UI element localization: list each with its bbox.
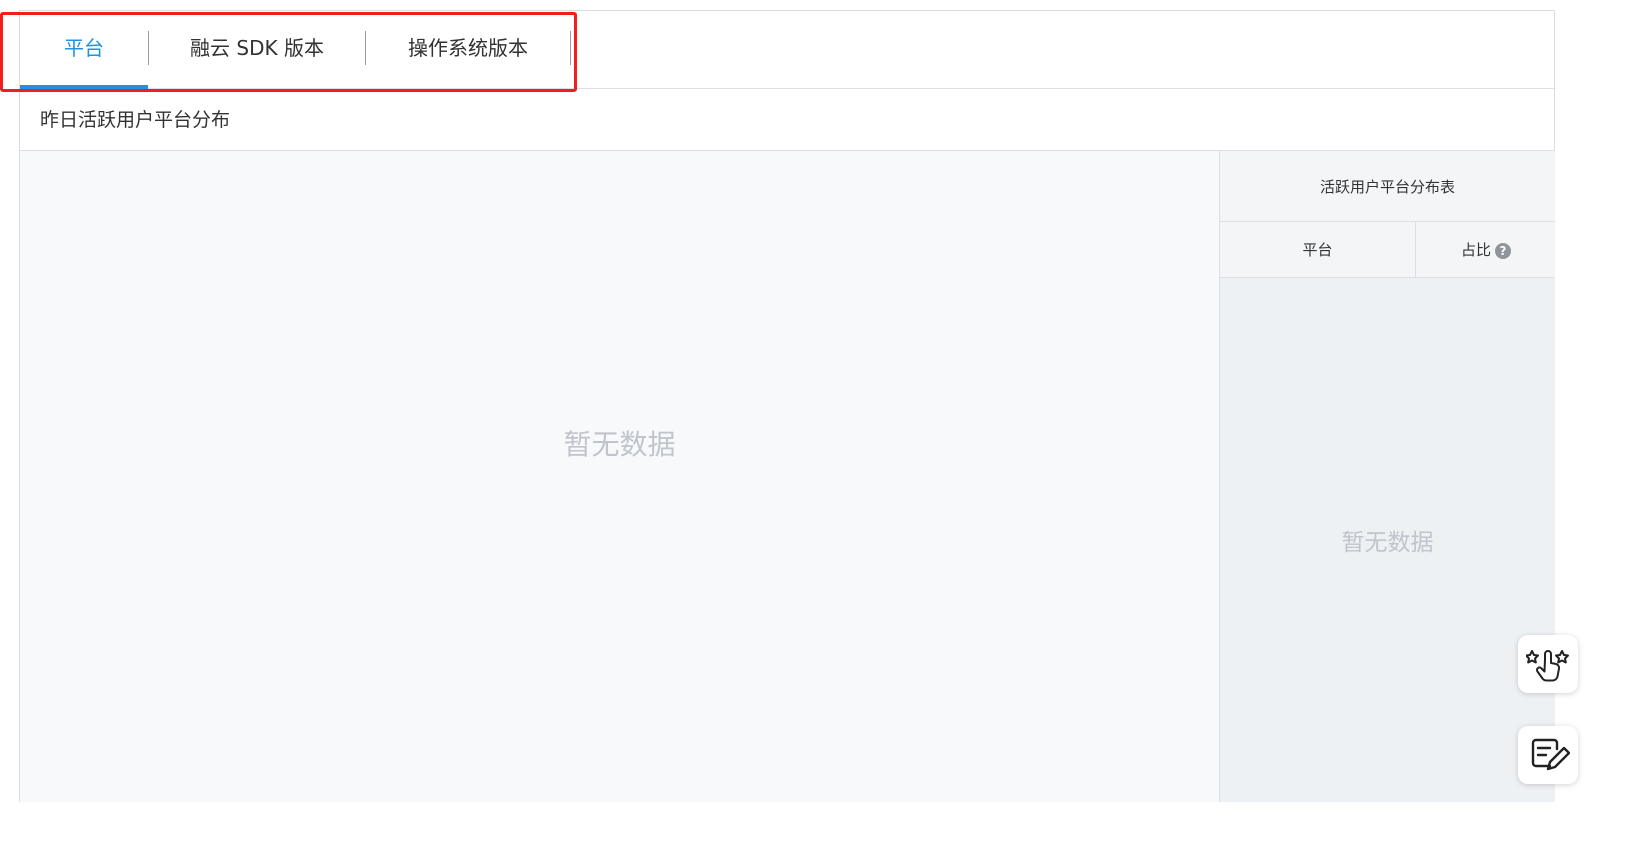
chart-empty-text: 暂无数据 [563,428,676,461]
table-empty-text: 暂无数据 [1341,530,1434,556]
stats-panel: 平台 融云 SDK 版本 操作系统版本 昨日活跃用户平台分布 暂无数据 活跃用户… [19,10,1555,802]
column-header-ratio: 占比? [1416,222,1556,277]
feedback-button[interactable] [1518,726,1578,784]
column-header-ratio-label: 占比 [1460,241,1491,259]
tab-sdk-version[interactable]: 融云 SDK 版本 [149,11,365,88]
feedback-edit-icon [1531,738,1570,771]
column-header-platform: 平台 [1220,222,1416,277]
help-icon[interactable]: ? [1495,242,1511,259]
platform-distribution-table: 活跃用户平台分布表 平台 占比? 暂无数据 [1219,151,1555,802]
column-header-platform-label: 平台 [1302,241,1333,259]
tab-sdk-version-label: 融云 SDK 版本 [190,36,324,60]
rating-hand-icon [1526,650,1569,682]
tab-os-version[interactable]: 操作系统版本 [366,11,570,88]
tab-platform[interactable]: 平台 [20,11,148,89]
section-title: 昨日活跃用户平台分布 [20,89,1554,151]
tab-os-version-label: 操作系统版本 [408,36,528,60]
table-title: 活跃用户平台分布表 [1220,151,1555,222]
table-header: 平台 占比? [1220,222,1555,278]
chart-area: 暂无数据 [20,151,1219,802]
tab-platform-label: 平台 [64,36,104,60]
tab-bar: 平台 融云 SDK 版本 操作系统版本 [20,11,1554,89]
rating-button[interactable] [1518,635,1578,693]
tab-divider [570,31,571,65]
